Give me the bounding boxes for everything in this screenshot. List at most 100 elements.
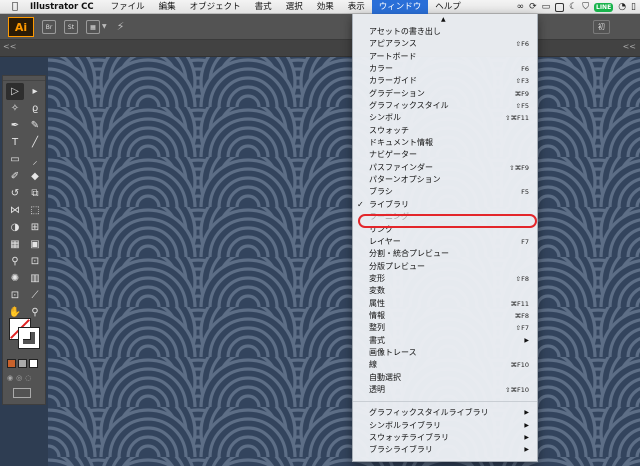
menu-help[interactable]: ヘルプ: [428, 0, 468, 14]
menu-file[interactable]: ファイル: [104, 0, 152, 14]
menu-select[interactable]: 選択: [279, 0, 310, 14]
shaper-tool-icon[interactable]: ✐: [6, 168, 24, 185]
draw-behind-icon[interactable]: ◎: [16, 374, 22, 382]
direct-selection-tool-icon[interactable]: ▸: [26, 83, 44, 100]
menu-item[interactable]: 自動選択: [353, 372, 537, 384]
sync-icon[interactable]: ⟳: [529, 0, 537, 14]
menu-type[interactable]: 書式: [248, 0, 279, 14]
rectangle-tool-icon[interactable]: ▭: [6, 151, 24, 168]
workspace-switcher[interactable]: 初: [593, 20, 610, 34]
menu-item[interactable]: ドキュメント情報: [353, 137, 537, 149]
menu-item[interactable]: パターンオプション: [353, 174, 537, 186]
pen-tool-icon[interactable]: ✒: [6, 117, 24, 134]
menu-item-shortcut: F5: [521, 188, 529, 197]
menu-item-label: グラフィックスタイルライブラリ: [369, 408, 489, 418]
width-tool-icon[interactable]: ⋈: [6, 202, 24, 219]
display-icon[interactable]: ▭: [542, 0, 551, 14]
slice-tool-icon[interactable]: ⟋: [26, 287, 44, 304]
eyedropper-tool-icon[interactable]: ⚲: [6, 253, 24, 270]
shape-builder-tool-icon[interactable]: ◑: [6, 219, 24, 236]
menu-item[interactable]: 透明 ⇧⌘F10: [353, 384, 537, 396]
box-icon[interactable]: [555, 2, 565, 12]
menu-view[interactable]: 表示: [341, 0, 372, 14]
menu-item[interactable]: スウォッチライブラリ ▶: [353, 432, 537, 444]
selection-tool-icon[interactable]: ▷: [6, 83, 24, 100]
hdmi-icon[interactable]: ▯: [631, 0, 636, 14]
creative-cloud-icon[interactable]: ∞: [517, 0, 525, 14]
menu-window[interactable]: ウィンドウ: [371, 0, 429, 14]
blend-tool-icon[interactable]: ⊡: [26, 253, 44, 270]
document-canvas[interactable]: [48, 57, 640, 466]
menu-item[interactable]: レイヤー F7: [353, 236, 537, 248]
menu-item[interactable]: 分版プレビュー: [353, 261, 537, 273]
menu-item[interactable]: カラーガイド ⇧F3: [353, 75, 537, 87]
menu-item[interactable]: 分割・統合プレビュー: [353, 248, 537, 260]
artboard-tool-icon[interactable]: ⊡: [6, 287, 24, 304]
menu-item[interactable]: 属性 ⌘F11: [353, 298, 537, 310]
curvature-tool-icon[interactable]: ✎: [26, 117, 44, 134]
apple-menu-icon[interactable]: : [0, 1, 30, 12]
scale-tool-icon[interactable]: ⧉: [26, 185, 44, 202]
shield-icon[interactable]: ⛉: [582, 0, 589, 14]
bridge-button[interactable]: Br: [42, 19, 56, 34]
menu-item[interactable]: 線 ⌘F10: [353, 359, 537, 371]
paintbrush-tool-icon[interactable]: ⸝: [26, 151, 44, 168]
menu-item[interactable]: 画像トレース: [353, 347, 537, 359]
menu-object[interactable]: オブジェクト: [183, 0, 248, 14]
app-name-menu[interactable]: Illustrator CC: [30, 2, 94, 12]
menu-item[interactable]: ブラシライブラリ ▶: [353, 444, 537, 456]
menu-item[interactable]: ブラシ F5: [353, 186, 537, 198]
column-graph-tool-icon[interactable]: ▥: [26, 270, 44, 287]
rotate-tool-icon[interactable]: ↺: [6, 185, 24, 202]
arrange-documents-button[interactable]: ▦: [86, 19, 100, 34]
free-transform-tool-icon[interactable]: ⬚: [26, 202, 44, 219]
menu-item[interactable]: シンボル ⇧⌘F11: [353, 112, 537, 124]
collapse-panels-icon[interactable]: <<: [623, 42, 636, 51]
stroke-swatch[interactable]: [18, 327, 40, 349]
line-tool-icon[interactable]: ╱: [26, 134, 44, 151]
menu-item[interactable]: 変形 ⇧F8: [353, 273, 537, 285]
menu-item[interactable]: ナビゲーター: [353, 149, 537, 161]
menu-edit[interactable]: 編集: [152, 0, 183, 14]
perspective-grid-tool-icon[interactable]: ⊞: [26, 219, 44, 236]
panel-collapse-bar: << <<: [0, 40, 640, 57]
menu-item-label: カラーガイド: [369, 76, 417, 86]
scroll-up-arrow-icon[interactable]: ▲: [441, 16, 446, 23]
gradient-swatch[interactable]: [18, 359, 27, 368]
type-tool-icon[interactable]: T: [6, 134, 24, 151]
gpu-performance-icon[interactable]: ⚡: [117, 20, 125, 33]
gradient-tool-icon[interactable]: ▣: [26, 236, 44, 253]
menu-item[interactable]: 変数: [353, 285, 537, 297]
screen-mode-icon[interactable]: [13, 388, 31, 398]
menu-item[interactable]: 情報 ⌘F8: [353, 310, 537, 322]
none-swatch[interactable]: [29, 359, 38, 368]
lasso-tool-icon[interactable]: ϱ: [26, 100, 44, 117]
mesh-tool-icon[interactable]: ▦: [6, 236, 24, 253]
menu-item[interactable]: カラー F6: [353, 63, 537, 75]
wifi-icon[interactable]: ◔: [618, 0, 626, 14]
menu-item[interactable]: 整列 ⇧F7: [353, 322, 537, 334]
menu-item[interactable]: グラデーション ⌘F9: [353, 88, 537, 100]
menu-item[interactable]: 書式 ▶: [353, 335, 537, 347]
line-icon[interactable]: LINE: [594, 2, 614, 12]
symbol-sprayer-tool-icon[interactable]: ✺: [6, 270, 24, 287]
color-swatch[interactable]: [7, 359, 16, 368]
menu-item[interactable]: ✓ ライブラリ: [353, 199, 537, 211]
menu-item[interactable]: アピアランス ⇧F6: [353, 38, 537, 50]
menu-item[interactable]: グラフィックスタイルライブラリ ▶: [353, 407, 537, 419]
stock-button[interactable]: St: [64, 19, 78, 34]
menu-item[interactable]: アセットの書き出し: [353, 26, 537, 38]
menu-item[interactable]: パスファインダー ⇧⌘F9: [353, 162, 537, 174]
moon-icon[interactable]: ☾: [569, 0, 577, 14]
menu-item[interactable]: グラフィックスタイル ⇧F5: [353, 100, 537, 112]
menu-item[interactable]: シンボルライブラリ ▶: [353, 420, 537, 432]
menu-item[interactable]: アートボード: [353, 51, 537, 63]
eraser-tool-icon[interactable]: ◆: [26, 168, 44, 185]
draw-normal-icon[interactable]: ◉: [7, 374, 13, 382]
menu-item[interactable]: スウォッチ: [353, 125, 537, 137]
menu-effect[interactable]: 効果: [310, 0, 341, 14]
chevron-down-icon[interactable]: ▼: [102, 23, 107, 30]
magic-wand-tool-icon[interactable]: ✧: [6, 100, 24, 117]
collapse-toolbar-icon[interactable]: <<: [3, 42, 16, 51]
draw-inside-icon[interactable]: ◌: [25, 374, 31, 382]
